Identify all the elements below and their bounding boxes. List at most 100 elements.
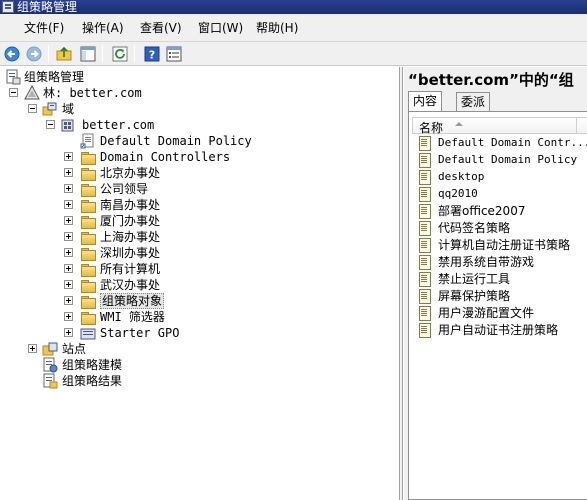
tree-node-ou[interactable]: 南昌办事处 — [0, 197, 399, 213]
list-item-label: qq2010 — [438, 187, 478, 200]
tree-node-ou[interactable]: 深圳办事处 — [0, 245, 399, 261]
expand-icon[interactable] — [64, 152, 73, 161]
tree-label: better.com — [82, 118, 155, 132]
menu-help[interactable]: 帮助(H) — [254, 20, 300, 36]
back-arrow-icon[interactable] — [2, 44, 22, 64]
expand-icon[interactable] — [64, 296, 73, 305]
domains-icon — [42, 102, 57, 116]
tree-node-ou[interactable]: 上海办事处 — [0, 229, 399, 245]
tree-label: 林: better.com — [43, 86, 142, 100]
tree-node-gp-modeling[interactable]: 组策略建模 — [0, 357, 399, 373]
gpo-icon — [416, 135, 432, 151]
tree-node-ou[interactable]: 所有计算机 — [0, 261, 399, 277]
expand-icon[interactable] — [28, 344, 37, 353]
toolbar-separator — [102, 45, 103, 63]
expand-icon[interactable] — [64, 216, 73, 225]
expand-icon[interactable] — [64, 168, 73, 177]
expand-icon[interactable] — [64, 280, 73, 289]
sites-icon — [42, 342, 58, 356]
tree-label: 北京办事处 — [100, 166, 161, 180]
ou-folder-icon — [80, 229, 96, 245]
title-bar: 组策略管理 — [0, 0, 587, 14]
tree-label: Starter GPO — [100, 326, 180, 340]
menu-view[interactable]: 查看(V) — [138, 20, 184, 36]
gpm-console-icon — [6, 69, 21, 85]
column-name-header[interactable]: 名称 — [419, 119, 443, 136]
tab-delegation[interactable]: 委派 — [456, 92, 491, 111]
gpo-icon — [416, 322, 432, 338]
gpo-icon — [416, 254, 432, 270]
forward-arrow-icon[interactable] — [24, 44, 44, 64]
list-item-label: Default Domain Contr... — [438, 136, 587, 149]
tab-contents[interactable]: 内容 — [408, 91, 443, 111]
expand-icon[interactable] — [64, 232, 73, 241]
tree-node-domain-better-com[interactable]: better.com — [0, 117, 399, 133]
ou-folder-icon — [80, 261, 96, 277]
column-divider[interactable] — [576, 118, 577, 133]
tree-label: Default Domain Policy — [100, 134, 252, 148]
expand-icon[interactable] — [64, 200, 73, 209]
tree-label: 南昌办事处 — [100, 198, 161, 212]
tree-node-gpm-root[interactable]: 组策略管理 — [0, 69, 399, 85]
window-title: 组策略管理 — [17, 0, 78, 14]
collapse-icon[interactable] — [46, 120, 55, 129]
gpo-link-icon — [80, 133, 94, 149]
list-item-label: 屏幕保护策略 — [438, 289, 511, 303]
tree-label-selected: 组策略对象 — [100, 293, 165, 309]
ou-folder-icon — [80, 245, 96, 261]
tree-node-ou[interactable]: 北京办事处 — [0, 165, 399, 181]
tree-node-forest[interactable]: 林: better.com — [0, 85, 399, 101]
up-folder-icon[interactable] — [54, 44, 74, 64]
tree-node-default-domain-policy[interactable]: Default Domain Policy — [0, 133, 399, 149]
list-item-label: 禁止运行工具 — [438, 272, 511, 286]
show-hide-tree-icon[interactable] — [78, 44, 98, 64]
tree-node-ou[interactable]: 公司领导 — [0, 181, 399, 197]
list-item-label: desktop — [438, 170, 485, 183]
tree-label: 组策略建模 — [62, 358, 123, 372]
ou-folder-icon — [80, 165, 96, 181]
pane-splitter[interactable] — [400, 67, 403, 500]
ou-folder-icon — [80, 149, 96, 165]
expand-icon[interactable] — [64, 312, 73, 321]
gpmc-app-icon — [2, 1, 14, 13]
starter-gpo-icon — [80, 328, 96, 340]
expand-icon[interactable] — [64, 264, 73, 273]
help-icon[interactable]: ? — [142, 44, 162, 64]
console-tree-pane: 组策略管理 林: better.com 域 better.com Default… — [0, 67, 400, 500]
expand-icon[interactable] — [64, 328, 73, 337]
ou-folder-icon — [80, 213, 96, 229]
refresh-icon[interactable] — [110, 44, 130, 64]
tree-node-domains[interactable]: 域 — [0, 101, 399, 117]
tree-label: 域 — [62, 102, 75, 116]
tree-node-gpo-container[interactable]: 组策略对象 — [0, 293, 399, 309]
collapse-icon[interactable] — [28, 104, 37, 113]
gpo-icon — [416, 152, 432, 168]
tree-label: 深圳办事处 — [100, 246, 161, 260]
list-item-label: 禁用系统自带游戏 — [438, 255, 535, 269]
tree-label: 上海办事处 — [100, 230, 161, 244]
gp-modeling-icon — [43, 357, 58, 373]
tree-node-sites[interactable]: 站点 — [0, 341, 399, 357]
expand-icon[interactable] — [64, 248, 73, 257]
list-column-header[interactable]: 名称 — [412, 117, 587, 136]
forest-icon — [24, 85, 40, 100]
tree-node-starter-gpo[interactable]: Starter GPO — [0, 325, 399, 341]
tree-node-gp-results[interactable]: 组策略结果 — [0, 373, 399, 389]
tree-node-ou[interactable]: 厦门办事处 — [0, 213, 399, 229]
details-pane-title: “better.com”中的“组 — [408, 71, 574, 89]
list-item-label: 用户漫游配置文件 — [438, 306, 535, 320]
expand-icon[interactable] — [64, 184, 73, 193]
svg-text:?: ? — [149, 49, 155, 62]
menu-action[interactable]: 操作(A) — [80, 20, 126, 36]
tree-node-ou[interactable]: 武汉办事处 — [0, 277, 399, 293]
gpo-icon — [416, 288, 432, 304]
menu-file[interactable]: 文件(F) — [22, 20, 66, 36]
tree-node-wmi-filters[interactable]: WMI 筛选器 — [0, 309, 399, 325]
tree-node-ou[interactable]: Domain Controllers — [0, 149, 399, 165]
collapse-icon[interactable] — [9, 88, 18, 97]
list-item-label: 代码签名策略 — [438, 221, 511, 235]
sort-ascending-icon — [455, 122, 463, 126]
properties-icon[interactable] — [164, 44, 184, 64]
menu-window[interactable]: 窗口(W) — [196, 20, 245, 36]
toolbar-separator — [134, 45, 135, 63]
